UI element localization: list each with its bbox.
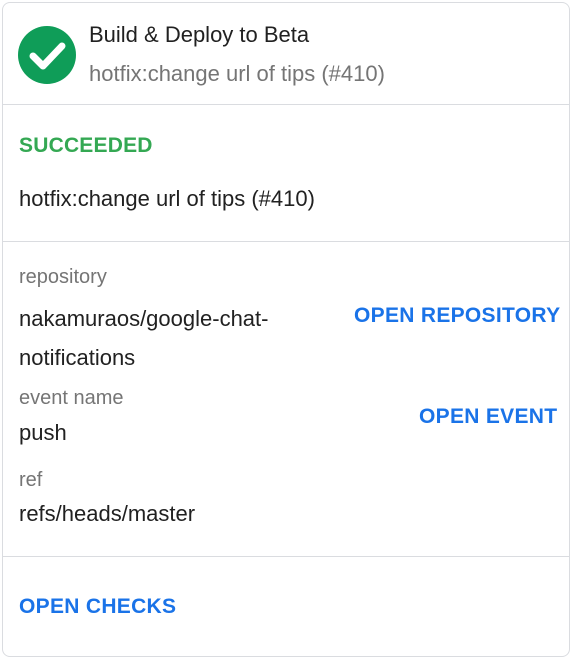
repository-label: repository xyxy=(19,266,107,288)
open-checks-button[interactable]: OPEN CHECKS xyxy=(19,595,176,619)
commit-message: hotfix:change url of tips (#410) xyxy=(19,186,315,211)
event-name-value: push xyxy=(19,420,67,445)
open-repository-button[interactable]: OPEN REPOSITORY xyxy=(354,304,560,328)
card-subtitle: hotfix:change url of tips (#410) xyxy=(89,61,385,86)
divider xyxy=(3,241,569,242)
event-name-label: event name xyxy=(19,387,124,409)
ref-label: ref xyxy=(19,469,43,491)
status-badge: SUCCEEDED xyxy=(19,134,153,157)
divider xyxy=(3,104,569,105)
repository-value: nakamuraos/google-chat-notifications xyxy=(19,306,269,370)
card-header: Build & Deploy to Beta hotfix:change url… xyxy=(3,3,569,105)
card-title: Build & Deploy to Beta xyxy=(89,22,310,47)
open-event-button[interactable]: OPEN EVENT xyxy=(419,405,557,429)
divider xyxy=(3,556,569,557)
notification-card: Build & Deploy to Beta hotfix:change url… xyxy=(2,2,570,657)
ref-value: refs/heads/master xyxy=(19,501,196,526)
check-circle-icon xyxy=(18,26,76,84)
